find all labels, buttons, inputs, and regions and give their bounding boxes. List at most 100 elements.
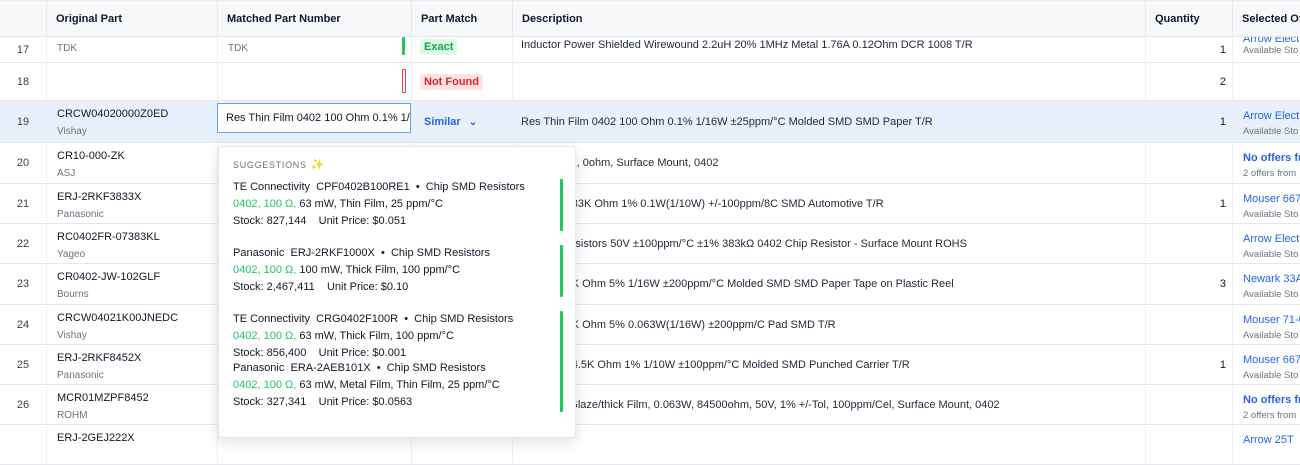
match-badge: Not Found [420, 73, 483, 90]
suggestion-stock: Stock: 827,144 [233, 215, 307, 227]
suggestion-item[interactable]: Panasonic ERJ-2RKF1000X • Chip SMD Resis… [233, 245, 563, 307]
part-number: MCR01MZPF8452 [57, 392, 149, 404]
original-part-cell[interactable]: CRCW04021K00JNEDC Vishay [46, 305, 217, 344]
selected-offer-cell[interactable]: Mouser 71-0 Available Sto [1232, 305, 1300, 344]
header-matched-part[interactable]: Matched Part Number [217, 1, 411, 37]
original-part-cell[interactable]: ERJ-2GEJ222X [46, 425, 217, 464]
description: ilm 0402 1K Ohm 5% 1/16W ±200ppm/°C Mold… [521, 278, 954, 290]
description-cell: Res Thin Film 0402 100 Ohm 0.1% 1/16W ±2… [512, 101, 1145, 142]
match-indicator [560, 179, 563, 231]
original-part-cell[interactable] [46, 63, 217, 100]
suggestions-title: SUGGESTIONS ✨ [233, 159, 326, 171]
suggestion-specs: 0402, 100 Ω, 63 mW, Thin Film, 25 ppm/°C [233, 198, 443, 210]
offer-supplier[interactable]: No offers fr [1243, 152, 1300, 164]
suggestion-other-specs: 63 mW, Metal Film, Thin Film, 25 ppm/°C [296, 379, 500, 391]
header-selected-offer[interactable]: Selected Of [1232, 1, 1300, 37]
original-part-cell[interactable]: CR10-000-ZK ASJ [46, 143, 217, 183]
original-part-cell[interactable]: RC0402FR-07383KL Yageo [46, 224, 217, 263]
quantity-cell[interactable] [1145, 305, 1232, 344]
selected-offer-cell[interactable]: Newark 33A Available Sto [1232, 264, 1300, 304]
selected-offer-cell[interactable] [1232, 63, 1300, 100]
quantity-cell[interactable] [1145, 143, 1232, 183]
header-description[interactable]: Description [512, 1, 1145, 37]
suggestion-header: TE Connectivity CPF0402B100RE1 • Chip SM… [233, 181, 525, 193]
original-part-cell[interactable]: CRCW04020000Z0ED Vishay [46, 101, 217, 142]
offer-availability: Available Sto [1243, 249, 1299, 260]
table-row[interactable]: 18 Not Found 2 [0, 63, 1300, 101]
table-row[interactable]: 17 TDK TDK Exact Inductor Power Shielded Wir… [0, 37, 1300, 63]
quantity-cell[interactable]: 3 [1145, 264, 1232, 304]
selected-offer-cell[interactable]: Mouser 667 Available Sto [1232, 184, 1300, 223]
offer-supplier[interactable]: Arrow Electr [1243, 110, 1300, 122]
suggestion-key-specs: 0402, 100 Ω, [233, 264, 297, 276]
suggestion-stock: Stock: 327,341 [233, 396, 307, 408]
header-part-match[interactable]: Part Match [411, 1, 512, 37]
description-cell: ick Film Resistors 50V ±100ppm/°C ±1% 38… [512, 224, 1145, 263]
original-part-cell[interactable]: TDK [46, 37, 217, 62]
offer-supplier[interactable]: Arrow 25T [1243, 434, 1294, 446]
table-row[interactable]: 25 ERJ-2RKF8452X Panasonic ilm 0402 84.5K O… [0, 345, 1300, 385]
original-part-cell[interactable]: ERJ-2RKF3833X Panasonic [46, 184, 217, 223]
table-row[interactable]: 22 RC0402FR-07383KL Yageo ick Film Resistor… [0, 224, 1300, 264]
part-match-cell[interactable]: Similar ⌄ [411, 101, 512, 142]
table-row[interactable]: ERJ-2GEJ222X Arrow 25T [0, 425, 1300, 465]
part-number: ERJ-2RKF3833X [57, 191, 142, 203]
match-indicator [560, 311, 563, 363]
offer-supplier[interactable]: Mouser 71-0 [1243, 314, 1300, 326]
description-cell: ilm 0402 383K Ohm 1% 0.1W(1/10W) +/-100p… [512, 184, 1145, 223]
selected-offer-cell[interactable]: Mouser 667 Available Sto [1232, 345, 1300, 384]
matched-part-input[interactable]: Res Thin Film 0402 100 Ohm 0.1% 1/16 [217, 103, 411, 133]
offer-supplier[interactable]: Arrow Electr [1243, 233, 1300, 245]
quantity-cell[interactable] [1145, 385, 1232, 424]
offer-supplier[interactable]: No offers fr [1243, 394, 1300, 406]
table-row[interactable]: 24 CRCW04021K00JNEDC Vishay ilm 0402 1K Ohm… [0, 305, 1300, 345]
selected-offer-cell[interactable]: Arrow Electr Available Sto [1232, 224, 1300, 263]
selected-offer-cell[interactable]: Arrow Electr Available Sto [1232, 101, 1300, 142]
quantity: 1 [1219, 358, 1226, 371]
table-row[interactable]: 21 ERJ-2RKF3833X Panasonic ilm 0402 383K Oh… [0, 184, 1300, 224]
selected-offer-cell[interactable]: No offers fr 2 offers from [1232, 143, 1300, 183]
matched-manufacturer: TDK [228, 43, 248, 54]
suggestion-category: Chip SMD Resistors [386, 362, 486, 374]
quantity-cell[interactable]: 1 [1145, 184, 1232, 223]
selected-offer-cell[interactable]: Arrow 25T [1232, 425, 1300, 464]
description: tor, Metal Glaze/thick Film, 0.063W, 845… [521, 398, 1000, 411]
original-part-cell[interactable]: CR0402-JW-102GLF Bourns [46, 264, 217, 304]
quantity-cell[interactable] [1145, 425, 1232, 464]
offer-availability: 2 offers from [1243, 168, 1297, 179]
quantity-cell[interactable]: 1 [1145, 345, 1232, 384]
table-row[interactable]: 20 CR10-000-ZK ASJ e/thick Film, 0ohm, Surf… [0, 143, 1300, 184]
offer-availability: Available Sto [1243, 370, 1299, 381]
quantity-cell[interactable] [1145, 224, 1232, 263]
suggestion-unit-price: Unit Price: $0.10 [326, 281, 409, 293]
original-part-cell[interactable]: ERJ-2RKF8452X Panasonic [46, 345, 217, 384]
manufacturer: Panasonic [57, 370, 104, 381]
offer-supplier[interactable]: Newark 33A [1243, 273, 1300, 285]
header-row-number [0, 1, 46, 37]
table-row[interactable]: 19 CRCW04020000Z0ED Vishay Similar ⌄ Res Thin… [0, 101, 1300, 143]
header-original-part[interactable]: Original Part [46, 1, 217, 37]
description: Inductor Power Shielded Wirewound 2.2uH … [521, 39, 973, 51]
suggestion-item[interactable]: TE Connectivity CPF0402B100RE1 • Chip SM… [233, 179, 563, 241]
offer-supplier[interactable]: Mouser 667 [1243, 354, 1300, 366]
offer-supplier[interactable]: Mouser 667 [1243, 193, 1300, 205]
suggestion-category: Chip SMD Resistors [390, 247, 490, 259]
quantity-cell[interactable]: 1 [1145, 101, 1232, 142]
suggestion-item[interactable]: Panasonic ERA-2AEB101X • Chip SMD Resist… [233, 360, 563, 422]
selected-offer-cell[interactable]: No offers fr 2 offers from [1232, 385, 1300, 424]
offer-supplier[interactable]: Arrow Electr [1243, 37, 1300, 45]
matched-part-cell[interactable]: TDK [217, 37, 411, 62]
quantity-cell[interactable]: 2 [1145, 63, 1232, 100]
table-row[interactable]: 23 CR0402-JW-102GLF Bourns ilm 0402 1K Ohm … [0, 264, 1300, 305]
matched-part-cell[interactable] [217, 63, 411, 100]
table-row[interactable]: 26 MCR01MZPF8452 ROHM tor, Metal Glaze/thic… [0, 385, 1300, 425]
header-quantity[interactable]: Quantity [1145, 1, 1232, 37]
part-match-cell[interactable]: Not Found [411, 63, 512, 100]
match-badge[interactable]: Similar ⌄ [420, 114, 481, 130]
original-part-cell[interactable]: MCR01MZPF8452 ROHM [46, 385, 217, 424]
description-cell [512, 425, 1145, 464]
selected-offer-cell[interactable]: Arrow Electr Available Sto [1232, 37, 1300, 62]
part-match-cell[interactable]: Exact [411, 37, 512, 62]
quantity-cell[interactable]: 1 [1145, 37, 1232, 62]
part-number: RC0402FR-07383KL [57, 231, 160, 243]
